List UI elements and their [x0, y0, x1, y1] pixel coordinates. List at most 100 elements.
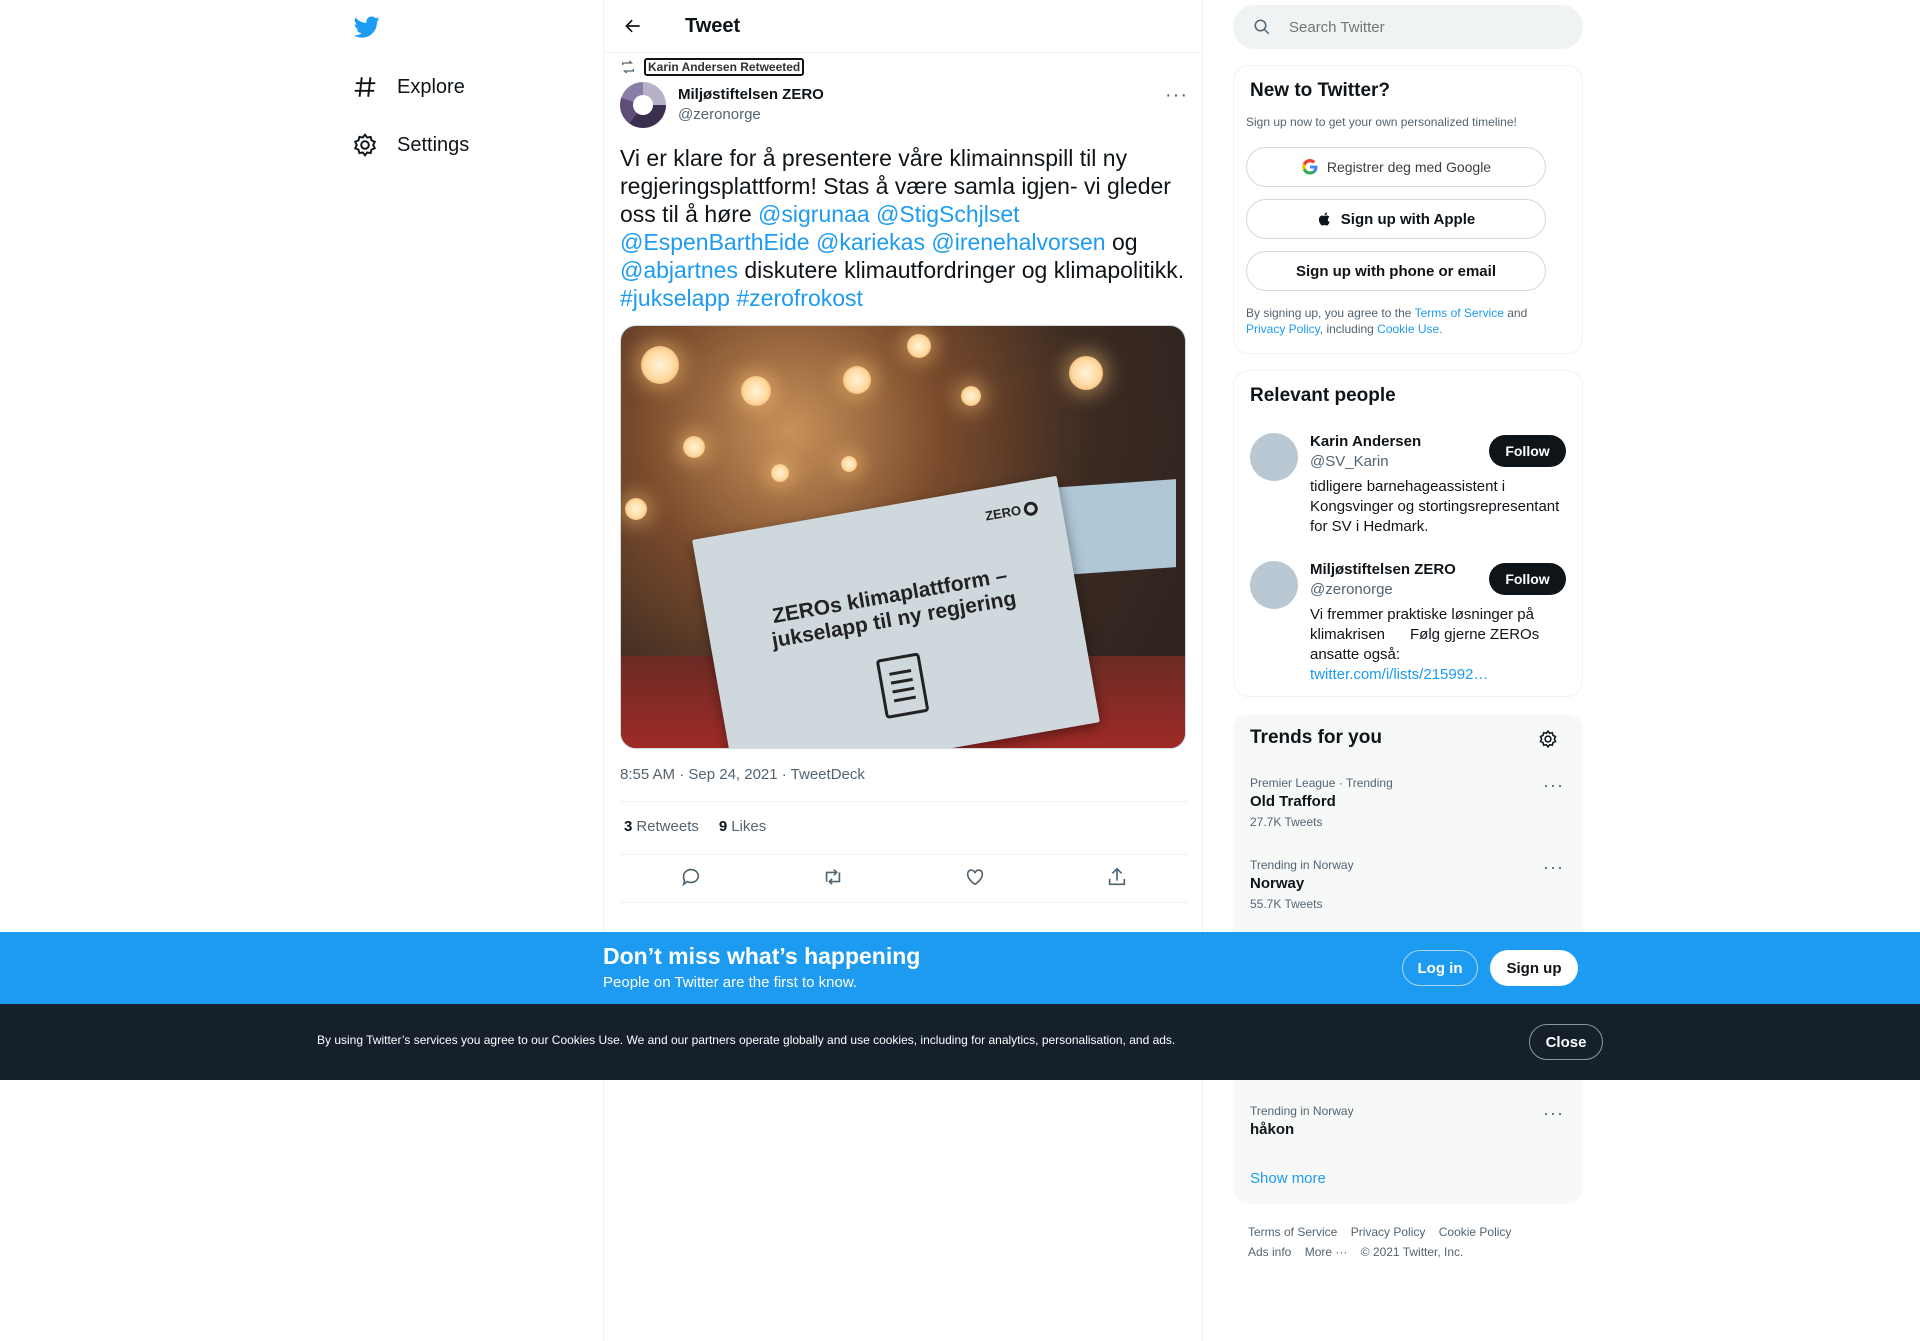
tweet-text-part: diskutere klimautfordringer og klimapoli… [737, 257, 1185, 283]
person-name[interactable]: Karin Andersen [1310, 433, 1421, 450]
trend-category: Trending in Norway [1250, 1104, 1354, 1118]
search-icon [1254, 19, 1270, 35]
trends-settings-gear-icon[interactable] [1538, 729, 1558, 749]
document-icon [875, 652, 930, 720]
login-button[interactable]: Log in [1402, 950, 1478, 986]
footer-tos-link[interactable]: Terms of Service [1248, 1225, 1347, 1239]
person-name[interactable]: Miljøstiftelsen ZERO [1310, 561, 1456, 578]
follow-button[interactable]: Follow [1489, 563, 1566, 595]
card-title: ZEROs klimaplattform – jukselapp til ny … [770, 564, 1018, 653]
card-logo-text: ZERO [984, 502, 1023, 524]
photo-lamp [843, 366, 871, 394]
avatar[interactable] [1250, 433, 1298, 481]
apple-signup-label: Sign up with Apple [1340, 210, 1476, 228]
like-button[interactable] [964, 866, 986, 893]
likes-label: Likes [731, 818, 767, 835]
likes-count-link[interactable]: 9 Likes [719, 818, 766, 835]
cookie-text: By using Twitter’s services you agree to… [317, 1033, 1176, 1047]
photo-lamp [683, 436, 705, 458]
trend-category: Trending in Norway [1250, 858, 1354, 872]
trend-name: Old Trafford [1250, 793, 1336, 810]
promo-subtitle: People on Twitter are the first to know. [603, 974, 858, 991]
nav-settings[interactable]: Settings [352, 125, 469, 165]
main-header: Tweet [604, 0, 1202, 53]
more-options-icon[interactable]: ··· [1543, 857, 1564, 878]
trend-item[interactable]: Premier League · Trending Old Trafford 2… [1250, 775, 1568, 831]
author-name[interactable]: Miljøstiftelsen ZERO [678, 85, 824, 105]
twitter-logo-icon[interactable] [352, 14, 382, 40]
footer-privacy-link[interactable]: Privacy Policy [1351, 1225, 1436, 1239]
bio-link[interactable]: twitter.com/i/lists/215992… [1310, 666, 1488, 683]
signup-button[interactable]: Sign up [1490, 950, 1578, 986]
tweet-actions [620, 866, 1188, 893]
phone-signup-button[interactable]: Sign up with phone or email [1246, 251, 1546, 291]
hashtag-link[interactable]: #jukselapp [620, 285, 730, 311]
person-card[interactable]: Karin Andersen @SV_Karin tidligere barne… [1250, 433, 1566, 543]
trend-item[interactable]: Trending in Norway Norway 55.7K Tweets ·… [1250, 857, 1568, 913]
likes-count: 9 [718, 818, 728, 835]
footer-ads-link[interactable]: Ads info [1248, 1245, 1301, 1259]
hashtag-icon [354, 77, 376, 97]
photo-lamp [841, 456, 857, 472]
show-more-link[interactable]: Show more [1250, 1170, 1326, 1187]
mention-link[interactable]: @abjartnes [620, 257, 738, 283]
person-card[interactable]: Miljøstiftelsen ZERO @zeronorge Vi fremm… [1250, 561, 1566, 686]
privacy-link[interactable]: Privacy Policy [1246, 322, 1320, 336]
avatar[interactable] [1250, 561, 1298, 609]
divider [620, 902, 1188, 903]
more-options-icon[interactable]: ··· [1543, 775, 1564, 796]
person-handle[interactable]: @zeronorge [1310, 581, 1393, 598]
gear-icon [353, 133, 377, 157]
retweet-icon [622, 60, 634, 74]
mention-link[interactable]: @sigrunaa [758, 201, 870, 227]
terms-text: and [1503, 306, 1528, 320]
more-options-icon[interactable]: ··· [1543, 1103, 1564, 1124]
reply-button[interactable] [680, 866, 702, 893]
cookie-close-button[interactable]: Close [1529, 1024, 1603, 1060]
mention-link[interactable]: @StigSchjlset [876, 201, 1020, 227]
search-input[interactable] [1289, 18, 1549, 36]
footer-ads-label: Ads info [1248, 1245, 1292, 1259]
search-box[interactable] [1233, 5, 1583, 49]
apple-signup-button[interactable]: Sign up with Apple [1246, 199, 1546, 239]
divider [620, 854, 1188, 855]
photo-lamp [961, 386, 981, 406]
author-handle[interactable]: @zeronorge [678, 105, 824, 125]
google-signup-button[interactable]: Registrer deg med Google [1246, 147, 1546, 187]
hashtag-link[interactable]: #zerofrokost [736, 285, 863, 311]
nav-explore[interactable]: Explore [352, 67, 465, 107]
back-button[interactable] [616, 9, 650, 43]
follow-button[interactable]: Follow [1489, 435, 1566, 467]
new-to-twitter-subtitle: Sign up now to get your own personalized… [1246, 115, 1517, 129]
mention-link[interactable]: @kariekas [816, 229, 925, 255]
signup-terms: By signing up, you agree to the Terms of… [1246, 305, 1566, 337]
tweet-text-part: og [1111, 229, 1138, 255]
tweet-photo[interactable]: ZERO ZEROs klimaplattform – jukselapp ti… [620, 325, 1186, 749]
share-button[interactable] [1106, 866, 1128, 893]
trend-item[interactable]: Trending in Norway håkon ··· [1250, 1103, 1568, 1141]
terms-link[interactable]: Terms of Service [1415, 306, 1504, 320]
mention-link[interactable]: @irenehalvorsen [931, 229, 1105, 255]
retweets-count-link[interactable]: 3 Retweets [624, 818, 699, 835]
footer-cookie-link[interactable]: Cookie Policy [1439, 1225, 1522, 1239]
retweet-button[interactable] [822, 866, 844, 893]
retweets-label: Retweets [636, 818, 699, 835]
new-to-twitter-panel: New to Twitter? Sign up now to get your … [1233, 65, 1583, 354]
person-handle[interactable]: @SV_Karin [1310, 453, 1389, 470]
trends-title: Trends for you [1250, 727, 1382, 748]
nav-explore-label: Explore [397, 75, 465, 98]
footer-cookie-label: Cookie Policy [1438, 1225, 1512, 1239]
avatar[interactable] [620, 82, 666, 128]
retweeted-by-link[interactable]: Karin Andersen Retweeted [644, 58, 805, 76]
footer-more-link[interactable]: More ··· [1305, 1245, 1358, 1259]
heart-icon [966, 869, 984, 886]
cookie-use-link[interactable]: Cookie Use. [1377, 322, 1442, 336]
tweet-timestamp[interactable]: 8:55 AM · Sep 24, 2021 · TweetDeck [620, 766, 865, 783]
mention-link[interactable]: @EspenBarthEide [620, 229, 810, 255]
retweet-icon [825, 869, 841, 885]
footer-more-label: More ··· [1304, 1245, 1348, 1259]
more-options-icon[interactable]: ··· [1165, 84, 1188, 107]
author-names: Miljøstiftelsen ZERO @zeronorge [678, 85, 824, 125]
new-to-twitter-title: New to Twitter? [1250, 80, 1391, 101]
footer-copyright: © 2021 Twitter, Inc. [1360, 1245, 1464, 1259]
